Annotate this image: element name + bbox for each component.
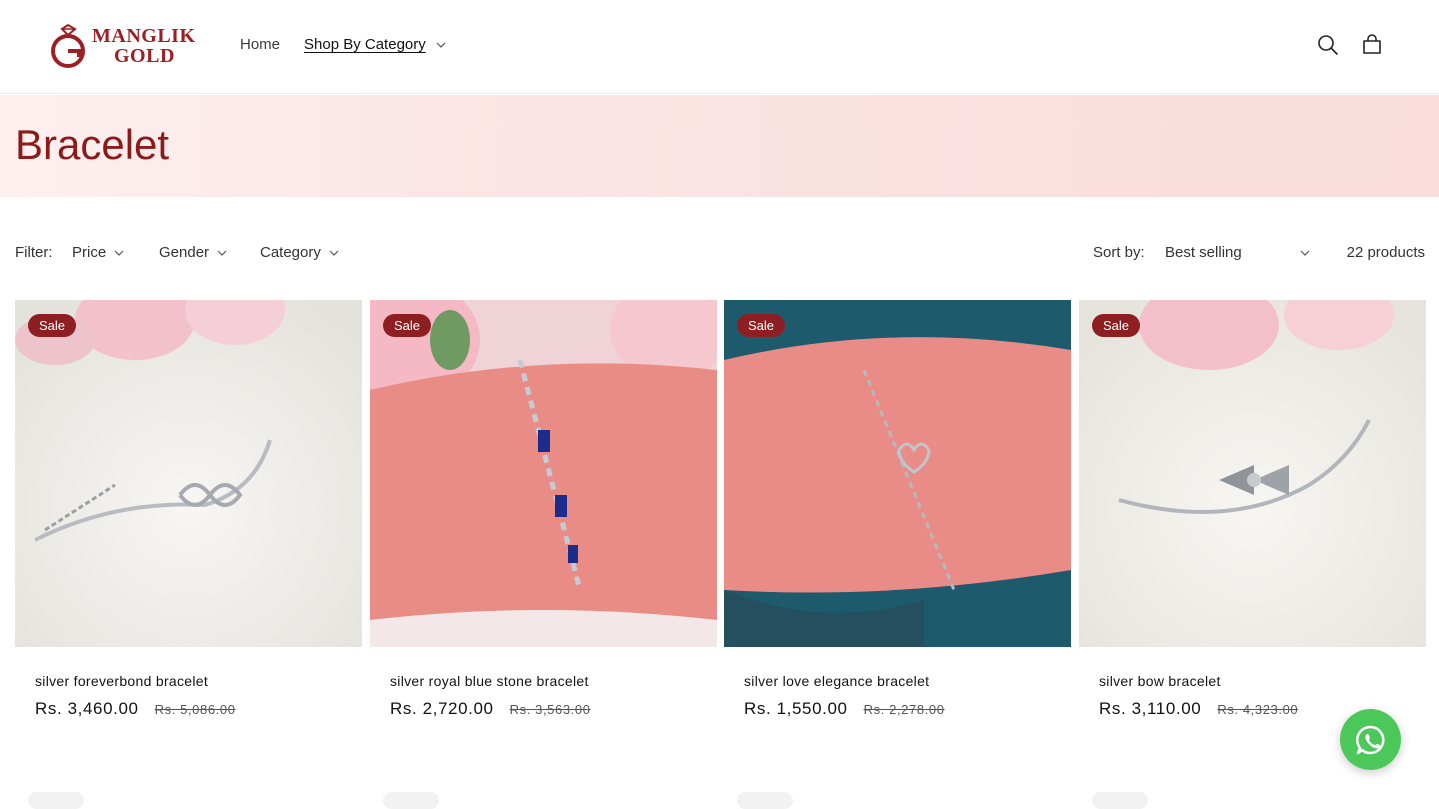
filter-price[interactable]: Price — [72, 244, 124, 261]
sale-price: Rs. 3,110.00 — [1099, 699, 1202, 718]
sort-label: Sort by: — [1093, 244, 1145, 261]
product-card[interactable]: Sale silver love elegance bracelet Rs. 1… — [724, 300, 1071, 719]
sale-badge: Sale — [28, 314, 77, 337]
sort-value: Best selling — [1165, 244, 1242, 261]
compare-price: Rs. 2,278.00 — [863, 702, 945, 717]
filter-bar: Filter: Price Gender Category Sort by: B… — [15, 244, 1425, 264]
product-photo — [724, 300, 1071, 647]
product-image[interactable]: Sale — [15, 300, 362, 647]
logo-ring-icon — [51, 23, 85, 68]
chevron-down-icon — [329, 250, 339, 256]
sale-price: Rs. 1,550.00 — [744, 699, 848, 718]
cart-icon[interactable] — [1360, 33, 1384, 57]
brand-logo[interactable]: MANGLIK GOLD — [48, 22, 208, 70]
product-title[interactable]: silver bow bracelet — [1099, 673, 1426, 689]
sale-badge: Sale — [383, 314, 432, 337]
filter-gender-label: Gender — [159, 244, 210, 261]
sale-price: Rs. 3,460.00 — [35, 699, 139, 718]
chevron-down-icon — [217, 250, 227, 256]
product-price: Rs. 1,550.00 Rs. 2,278.00 — [744, 699, 1071, 719]
site-header: MANGLIK GOLD Home Shop By Category — [0, 0, 1439, 94]
product-title[interactable]: silver love elegance bracelet — [744, 673, 1071, 689]
product-image[interactable]: Sale — [1079, 300, 1426, 647]
compare-price: Rs. 5,086.00 — [154, 702, 236, 717]
product-image[interactable]: Sale — [724, 300, 1071, 647]
next-row-card-hint — [1092, 792, 1148, 809]
sale-badge: Sale — [737, 314, 786, 337]
filter-category-label: Category — [260, 244, 321, 261]
page-title: Bracelet — [15, 121, 170, 168]
product-title[interactable]: silver royal blue stone bracelet — [390, 673, 717, 689]
product-count: 22 products — [1346, 244, 1425, 261]
main-nav: Home Shop By Category — [240, 36, 446, 53]
product-photo — [15, 300, 362, 647]
product-photo — [370, 300, 717, 647]
filter-category[interactable]: Category — [260, 244, 339, 261]
chevron-down-icon[interactable] — [436, 40, 446, 50]
compare-price: Rs. 3,563.00 — [509, 702, 591, 717]
product-title[interactable]: silver foreverbond bracelet — [35, 673, 362, 689]
nav-home[interactable]: Home — [240, 36, 280, 53]
collection-banner: Bracelet — [0, 95, 1439, 197]
product-card[interactable]: Sale silver bow bracelet Rs. 3,110.00 Rs… — [1079, 300, 1426, 719]
compare-price: Rs. 4,323.00 — [1217, 702, 1299, 717]
filter-price-label: Price — [72, 244, 107, 261]
product-price: Rs. 3,460.00 Rs. 5,086.00 — [35, 699, 362, 719]
nav-shop-by-category[interactable]: Shop By Category — [304, 36, 426, 53]
chevron-down-icon — [1300, 250, 1310, 256]
product-price: Rs. 2,720.00 Rs. 3,563.00 — [390, 699, 717, 719]
product-card[interactable]: Sale silver foreverbond bracelet Rs. 3,4… — [15, 300, 362, 719]
product-card[interactable]: Sale silver royal blue stone bracelet Rs… — [370, 300, 717, 719]
next-row-card-hint — [383, 792, 439, 809]
sale-badge: Sale — [1092, 314, 1141, 337]
brand-line2: GOLD — [114, 45, 175, 67]
search-icon[interactable] — [1316, 33, 1340, 57]
chevron-down-icon — [114, 250, 124, 256]
filter-gender[interactable]: Gender — [159, 244, 227, 261]
product-image[interactable]: Sale — [370, 300, 717, 647]
whatsapp-icon — [1355, 725, 1385, 754]
next-row-card-hint — [737, 792, 793, 809]
brand-line1: MANGLIK — [92, 25, 196, 47]
filter-label: Filter: — [15, 244, 53, 261]
sort-select[interactable]: Best selling — [1165, 244, 1310, 261]
sale-price: Rs. 2,720.00 — [390, 699, 494, 718]
product-photo — [1079, 300, 1426, 647]
whatsapp-button[interactable] — [1340, 709, 1401, 770]
next-row-card-hint — [28, 792, 84, 809]
